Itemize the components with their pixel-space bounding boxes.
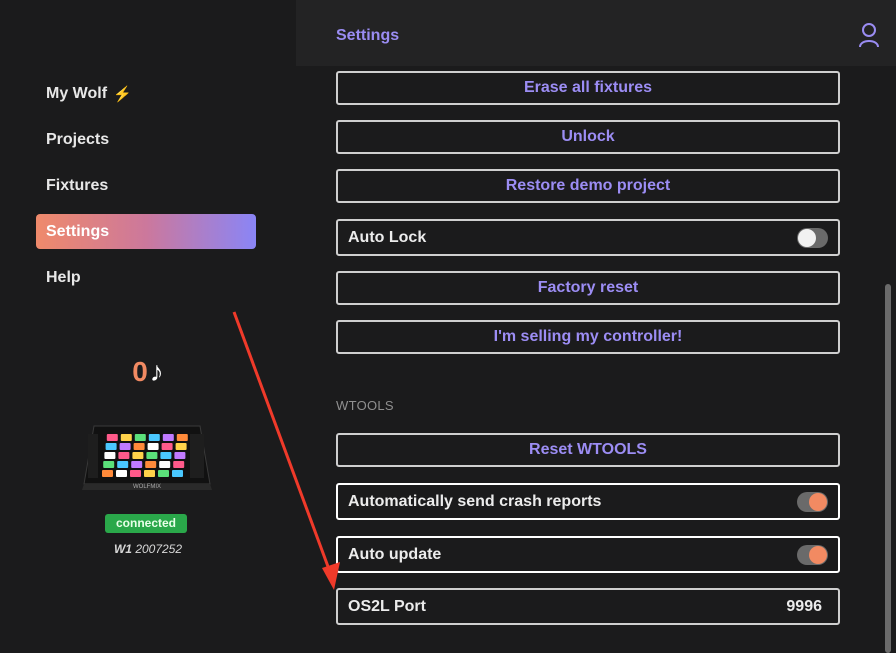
sidebar-nav: My Wolf ⚡ Projects Fixtures Settings Hel… [36,76,256,306]
controller-pad [105,443,117,450]
sidebar-item-settings[interactable]: Settings [36,214,256,249]
controller-pad [161,443,173,450]
sidebar-item-label: Settings [46,222,110,240]
auto-update-label: Auto update [348,545,442,563]
controller-pad [174,452,186,459]
crash-reports-toggle[interactable] [797,491,828,512]
top-bar: Settings [296,0,896,66]
controller-pad [117,461,129,468]
scrollbar-thumb[interactable] [885,284,891,653]
controller-pad [119,443,131,450]
user-icon[interactable] [858,22,880,48]
page-title: Settings [336,27,400,44]
controller-pad [102,470,113,477]
reset-wtools-button[interactable]: Reset WTOOLS [336,433,840,467]
auto-update-row: Auto update [336,536,840,573]
controller-pad [133,443,145,450]
controller-pad [176,434,188,441]
auto-lock-label: Auto Lock [348,228,427,246]
controller-pad [147,443,159,450]
device-serial-number: 2007252 [135,542,183,556]
auto-lock-row: Auto Lock [336,219,840,256]
controller-pad [159,461,171,468]
erase-all-fixtures-button[interactable]: Erase all fixtures [336,71,840,105]
controller-pad [130,470,141,477]
controller-pad [106,434,118,441]
os2l-port-label: OS2L Port [348,597,426,615]
device-model: W1 [113,542,132,556]
controller-pad [175,443,187,450]
os2l-port-row[interactable]: OS2L Port 9996 [336,588,840,625]
sidebar-item-label: Fixtures [46,176,109,194]
controller-pad [144,470,155,477]
controller-pad [172,470,183,477]
selling-controller-button[interactable]: I'm selling my controller! [336,320,840,354]
sidebar-item-projects[interactable]: Projects [36,122,256,157]
connection-status-badge: connected [105,514,187,533]
controller-image: WOLFMIX [82,425,212,490]
sidebar-item-help[interactable]: Help [36,260,256,295]
controller-pad [103,461,115,468]
sidebar-item-fixtures[interactable]: Fixtures [36,168,256,203]
controller-pad [132,452,144,459]
factory-reset-button[interactable]: Factory reset [336,271,840,305]
cue-counter: 0♪ [0,356,296,388]
sidebar-item-label: Help [46,268,81,286]
sidebar-item-label: My Wolf [46,84,108,102]
sidebar-item-label: Projects [46,130,110,148]
cue-counter-value: 0 [132,356,148,387]
app-window: My Wolf ⚡ Projects Fixtures Settings Hel… [0,0,896,653]
auto-update-toggle[interactable] [797,544,828,565]
controller-pad [148,434,160,441]
device-serial: W1 2007252 [0,542,296,556]
controller-pad [160,452,172,459]
music-note-icon: ♪ [149,356,164,387]
controller-pad [162,434,174,441]
wolfmix-logo: WOLFMIX [133,484,161,490]
auto-lock-toggle[interactable] [797,227,828,248]
controller-pad [173,461,185,468]
unlock-button[interactable]: Unlock [336,120,840,154]
sidebar: My Wolf ⚡ Projects Fixtures Settings Hel… [0,0,296,653]
controller-pad [116,470,127,477]
controller-pad [146,452,158,459]
controller-pad [120,434,132,441]
os2l-port-value[interactable]: 9996 [786,598,828,616]
controller-pad [104,452,116,459]
sidebar-item-my-wolf[interactable]: My Wolf ⚡ [36,76,256,111]
restore-demo-project-button[interactable]: Restore demo project [336,169,840,203]
controller-pad [131,461,143,468]
settings-scrollbar[interactable] [880,66,896,653]
controller-pad [118,452,130,459]
crash-reports-row: Automatically send crash reports [336,483,840,520]
controller-pad [134,434,146,441]
controller-pad [158,470,169,477]
lightning-icon: ⚡ [113,85,132,103]
controller-pad [145,461,157,468]
settings-panel: Erase all fixtures Unlock Restore demo p… [296,66,880,653]
crash-reports-label: Automatically send crash reports [348,492,602,510]
section-heading-wtools: WTOOLS [336,398,394,413]
